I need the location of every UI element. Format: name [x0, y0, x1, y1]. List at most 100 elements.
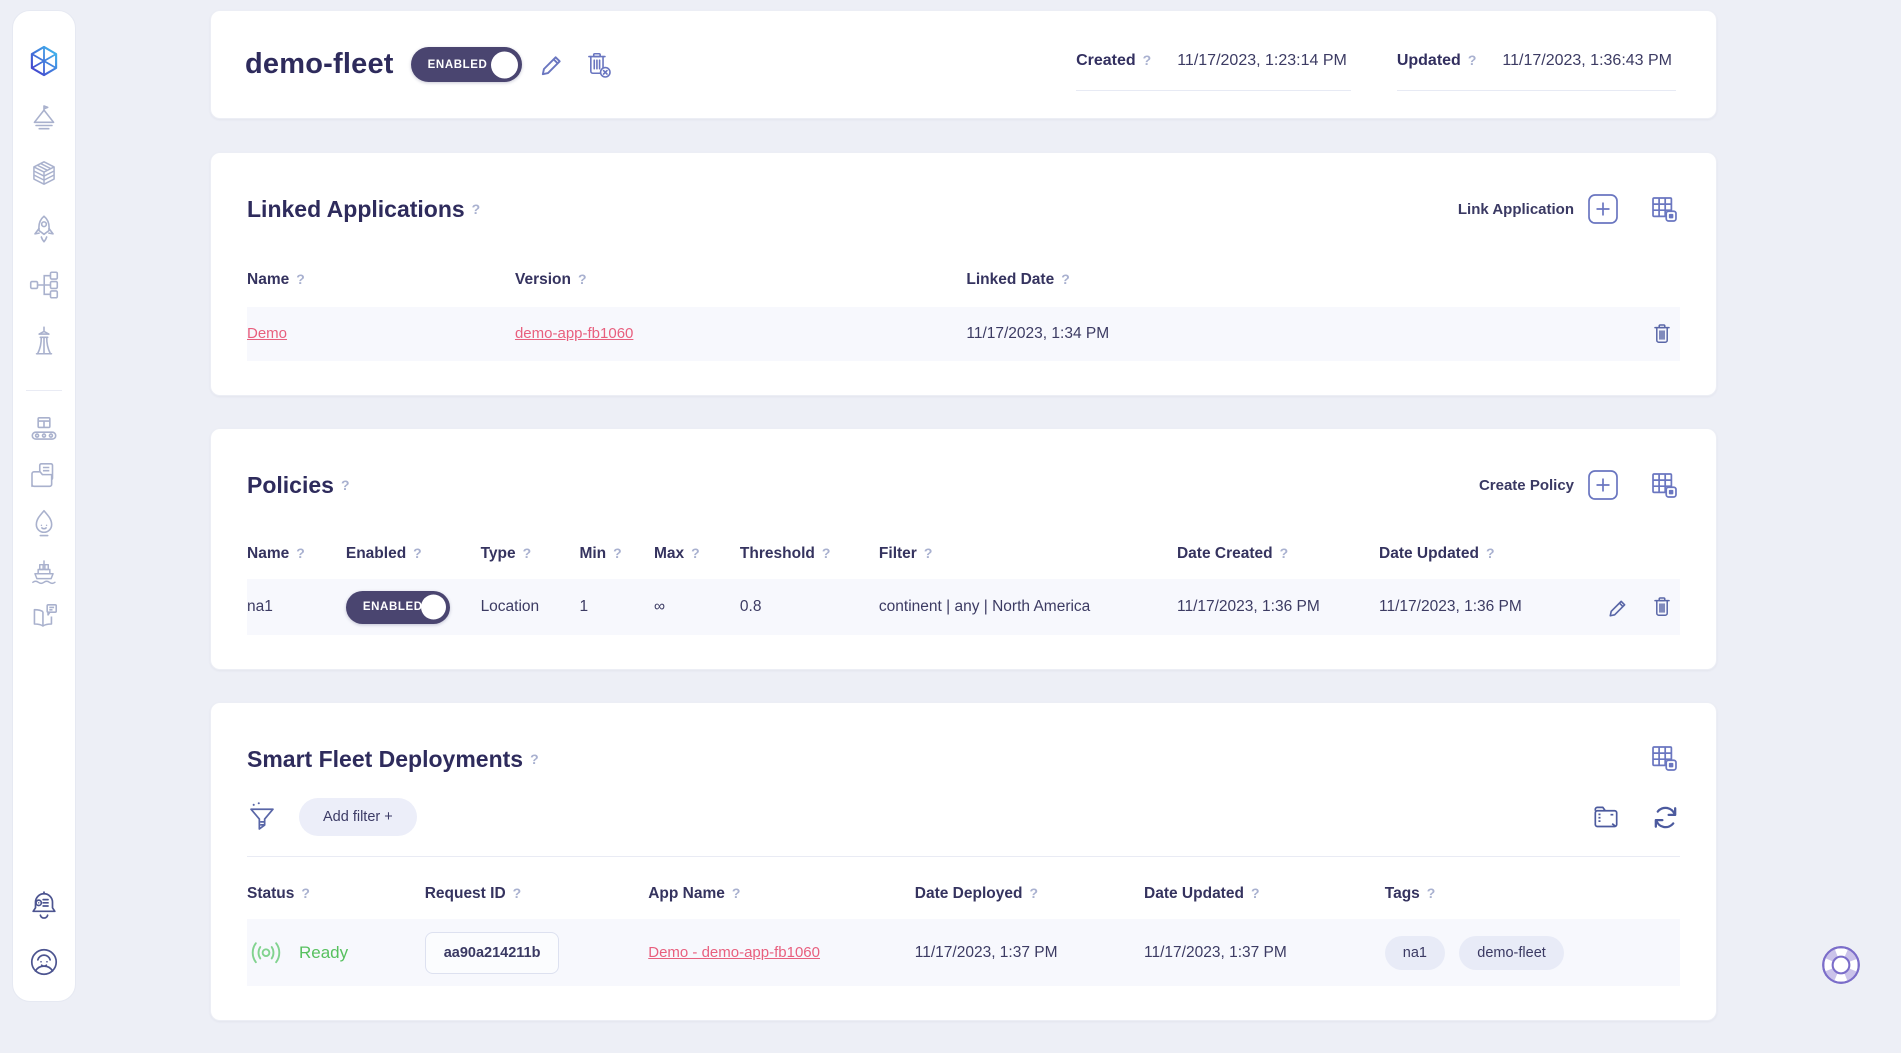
help-lifebuoy-icon[interactable] — [1818, 942, 1864, 988]
help-icon[interactable] — [472, 201, 481, 217]
updated-value: 11/17/2023, 1:36:43 PM — [1502, 52, 1672, 70]
help-icon[interactable] — [530, 751, 539, 767]
request-id-value[interactable]: aa90a214211b — [425, 932, 560, 974]
edit-policy-button[interactable] — [1607, 596, 1630, 619]
help-icon[interactable] — [1468, 52, 1477, 68]
help-icon[interactable] — [341, 477, 350, 493]
help-icon[interactable] — [1061, 271, 1070, 287]
column-header-request-id: Request ID — [425, 871, 649, 919]
deployment-app-link[interactable]: Demo - demo-app-fb1060 — [648, 944, 820, 961]
account-avatar-icon[interactable] — [27, 945, 61, 979]
column-header-tags: Tags — [1385, 871, 1680, 919]
policy-threshold: 0.8 — [740, 598, 762, 615]
help-icon[interactable] — [301, 885, 310, 901]
column-label: Type — [481, 545, 516, 562]
brand-logo-icon[interactable] — [27, 44, 61, 78]
column-header-date-updated: Date Updated — [1379, 525, 1581, 579]
table-row: na1 ENABLED Location 1 ∞ 0.8 continent |… — [247, 579, 1680, 635]
help-icon[interactable] — [1427, 885, 1436, 901]
column-label: Date Updated — [1144, 885, 1244, 902]
filter-funnel-icon[interactable] — [247, 801, 277, 833]
toggle-knob — [421, 595, 446, 620]
help-icon[interactable] — [822, 545, 831, 561]
column-header-type: Type — [481, 525, 580, 579]
link-application-button[interactable] — [1587, 193, 1619, 225]
column-header-threshold: Threshold — [740, 525, 879, 579]
created-field: Created 11/17/2023, 1:23:14 PM — [1076, 38, 1351, 91]
delete-policy-button[interactable] — [1650, 595, 1674, 619]
column-label: Min — [579, 545, 606, 562]
policies-table: Name Enabled Type Min Max Threshold Filt… — [247, 525, 1680, 635]
app-version-link[interactable]: demo-app-fb1060 — [515, 325, 633, 342]
folder-export-icon[interactable] — [1591, 804, 1621, 831]
policies-card: Policies Create Policy — [210, 428, 1717, 670]
updated-field: Updated 11/17/2023, 1:36:43 PM — [1397, 38, 1676, 91]
column-label: App Name — [648, 885, 725, 902]
table-view-icon[interactable] — [1649, 743, 1680, 774]
linked-applications-card: Linked Applications Link Application — [210, 152, 1717, 396]
help-icon[interactable] — [691, 545, 700, 561]
sidebar — [12, 10, 76, 1002]
help-icon[interactable] — [924, 545, 933, 561]
help-icon[interactable] — [578, 271, 587, 287]
help-icon[interactable] — [296, 545, 305, 561]
help-icon[interactable] — [296, 271, 305, 287]
table-view-icon[interactable] — [1649, 470, 1680, 501]
date-updated-value: 11/17/2023, 1:37 PM — [1144, 944, 1287, 961]
column-header-status: Status — [247, 871, 425, 919]
folder-docs-icon[interactable] — [27, 459, 61, 493]
add-filter-button[interactable]: Add filter + — [299, 798, 417, 836]
column-label: Threshold — [740, 545, 815, 562]
help-icon[interactable] — [613, 545, 622, 561]
help-icon[interactable] — [1486, 545, 1495, 561]
column-label: Enabled — [346, 545, 406, 562]
help-icon[interactable] — [1280, 545, 1289, 561]
column-label: Max — [654, 545, 684, 562]
help-icon[interactable] — [523, 545, 532, 561]
workflow-icon[interactable] — [27, 268, 61, 302]
help-icon[interactable] — [1251, 885, 1260, 901]
ship-icon[interactable] — [27, 553, 61, 587]
fleet-header-card: demo-fleet ENABLED — [210, 10, 1717, 119]
linked-applications-table: Name Version Linked Date Demo demo-app-f… — [247, 257, 1680, 361]
page-title: demo-fleet — [245, 48, 394, 81]
column-header-max: Max — [654, 525, 740, 579]
beacon-icon[interactable] — [27, 100, 61, 134]
help-icon[interactable] — [732, 885, 741, 901]
tower-icon[interactable] — [27, 324, 61, 358]
policy-date-created: 11/17/2023, 1:36 PM — [1177, 598, 1320, 615]
help-icon[interactable] — [413, 545, 422, 561]
column-label: Filter — [879, 545, 917, 562]
edit-fleet-button[interactable] — [539, 51, 566, 78]
column-label: Name — [247, 271, 289, 288]
conveyor-icon[interactable] — [27, 412, 61, 446]
policy-enabled-toggle[interactable]: ENABLED — [346, 591, 450, 624]
app-name-link[interactable]: Demo — [247, 325, 287, 342]
main-content: demo-fleet ENABLED — [210, 10, 1717, 1053]
help-icon[interactable] — [513, 885, 522, 901]
notifications-bell-icon[interactable] — [27, 889, 61, 923]
tag-badge: demo-fleet — [1459, 936, 1564, 970]
create-policy-button[interactable] — [1587, 469, 1619, 501]
column-label: Request ID — [425, 885, 506, 902]
section-title: Linked Applications — [247, 194, 465, 224]
docs-book-icon[interactable] — [27, 600, 61, 634]
refresh-icon[interactable] — [1651, 803, 1680, 832]
column-label: Linked Date — [966, 271, 1054, 288]
help-icon[interactable] — [1143, 52, 1152, 68]
column-header-name: Name — [247, 525, 346, 579]
created-label: Created — [1076, 52, 1136, 70]
link-application-label: Link Application — [1458, 201, 1574, 218]
create-policy-label: Create Policy — [1479, 477, 1574, 494]
unlink-trash-button[interactable] — [1650, 322, 1674, 346]
rocket-icon[interactable] — [27, 212, 61, 246]
section-title: Smart Fleet Deployments — [247, 744, 523, 774]
cube-icon[interactable] — [27, 156, 61, 190]
help-icon[interactable] — [1029, 885, 1038, 901]
column-header-min: Min — [579, 525, 654, 579]
column-header-date-created: Date Created — [1177, 525, 1379, 579]
fleet-enabled-toggle[interactable]: ENABLED — [411, 47, 522, 82]
flame-icon[interactable] — [27, 506, 61, 540]
delete-fleet-button[interactable] — [583, 51, 613, 79]
table-view-icon[interactable] — [1649, 194, 1680, 225]
